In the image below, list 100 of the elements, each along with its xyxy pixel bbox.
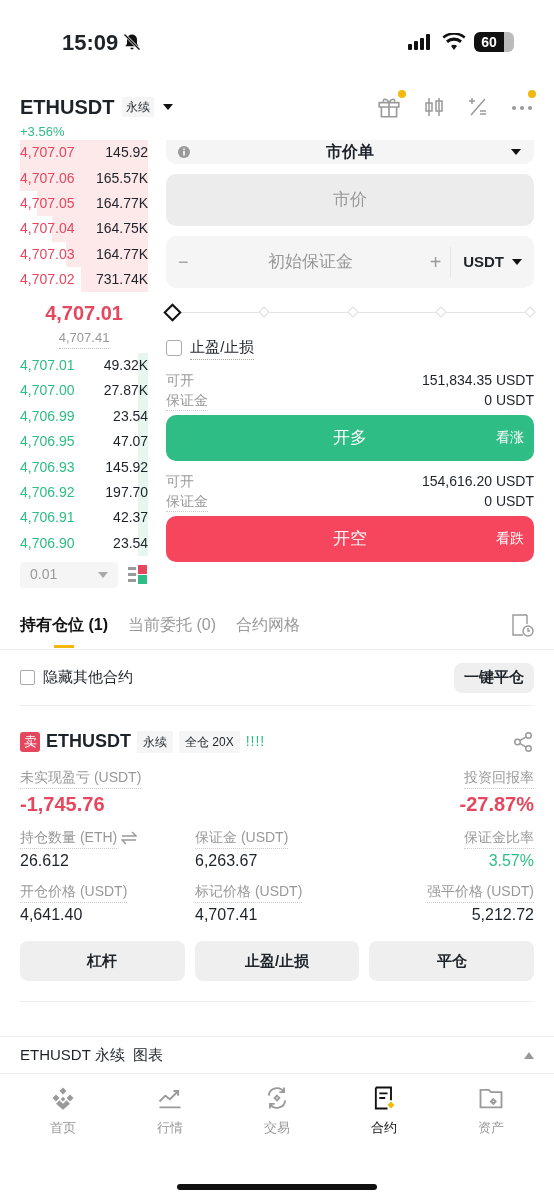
available-value: 154,616.20 USDT: [421, 471, 534, 491]
checkbox[interactable]: [166, 339, 183, 356]
ask-price: 4,707.02: [20, 270, 75, 290]
ask-price: 4,707.04: [20, 219, 75, 239]
bid-row[interactable]: 4,706.92 197.70: [20, 479, 149, 506]
bid-price: 4,706.91: [20, 508, 75, 528]
ask-row[interactable]: 4,707.03 164.77K: [20, 241, 149, 267]
bid-row[interactable]: 4,707.01 49.32K: [20, 352, 149, 379]
price-change: +3.56%: [20, 123, 66, 141]
field-label: 持仓数量 (ETH): [20, 827, 118, 849]
margin-value: 0 USDT: [484, 390, 534, 410]
bid-amount: 23.54: [113, 533, 149, 553]
ask-price: 4,707.07: [20, 143, 75, 163]
margin-label: 保证金: [166, 490, 209, 512]
swap-arrows-icon[interactable]: [121, 831, 138, 845]
position-action-button[interactable]: 平仓: [369, 941, 534, 981]
contract-tag: 永续: [122, 97, 155, 117]
field-value: 3.57%: [488, 851, 534, 871]
currency-select[interactable]: USDT: [451, 250, 534, 274]
close-all-button[interactable]: 一键平仓: [454, 662, 534, 693]
ask-amount: 164.75K: [96, 219, 149, 239]
field-value: 26.612: [20, 851, 69, 871]
ask-row[interactable]: 4,707.05 164.77K: [20, 190, 149, 217]
dropdown-caret-icon[interactable]: [162, 102, 175, 112]
ask-price: 4,707.05: [20, 193, 75, 213]
bid-row[interactable]: 4,706.90 23.54: [20, 530, 149, 556]
pnl-value: -1,745.76: [20, 792, 105, 817]
field-value: 6,263.67: [195, 851, 258, 871]
status-time: 15:09: [62, 28, 119, 57]
chart-bar-title: ETHUSDT 永续 图表: [20, 1044, 164, 1065]
bid-row[interactable]: 4,706.99 23.54: [20, 403, 149, 429]
bottom-nav-tab[interactable]: 合约: [343, 1084, 424, 1138]
roe-value: -27.87%: [459, 792, 534, 817]
field-label: 保证金比率: [464, 827, 534, 849]
ask-amount: 164.77K: [96, 193, 149, 213]
mark-price: 4,707.41: [58, 328, 110, 349]
book-layout-icon[interactable]: [128, 563, 149, 586]
ask-amount: 731.74K: [96, 270, 149, 290]
position-action-button[interactable]: 杠杆: [20, 941, 185, 981]
available-label: 可开: [166, 370, 195, 390]
battery-indicator: 60: [474, 32, 504, 52]
pnl-label: 未实现盈亏 (USDT): [20, 767, 142, 789]
ask-amount: 164.77K: [96, 244, 149, 264]
margin-field[interactable]: − 初始保证金 + USDT: [166, 236, 534, 288]
risk-indicator: !!!!: [245, 732, 266, 751]
bid-amount: 145.92: [105, 457, 149, 477]
bid-row[interactable]: 4,706.93 145.92: [20, 454, 149, 480]
hide-others-checkbox[interactable]: 隐藏其他合约: [20, 666, 133, 689]
field-label: 标记价格 (USDT): [195, 881, 303, 903]
ask-row[interactable]: 4,707.04 164.75K: [20, 216, 149, 242]
position-tab[interactable]: 持有仓位 (1): [20, 599, 108, 650]
order-type-select[interactable]: 市价单: [166, 140, 534, 164]
sell-badge: 卖: [20, 731, 40, 752]
ask-amount: 145.92: [105, 143, 149, 163]
checkbox[interactable]: [20, 670, 35, 685]
bid-amount: 47.07: [113, 432, 149, 452]
bid-price: 4,706.93: [20, 457, 75, 477]
ask-row[interactable]: 4,707.07 145.92: [20, 140, 149, 166]
field-value: 4,641.40: [20, 905, 83, 925]
position-action-button[interactable]: 止盈/止损: [194, 941, 360, 981]
available-value: 151,834.35 USDT: [421, 370, 534, 390]
field-value: 4,707.41: [195, 905, 258, 925]
position-tag: 全仓 20X: [179, 730, 240, 753]
expand-caret-icon[interactable]: [524, 1051, 534, 1059]
bid-amount: 23.54: [113, 406, 149, 426]
caret-icon: [510, 148, 522, 156]
history-icon[interactable]: [512, 612, 534, 637]
field-label: 强平价格 (USDT): [426, 881, 534, 903]
bid-price: 4,707.01: [20, 356, 75, 376]
margin-value: 0 USDT: [484, 491, 534, 511]
caret-icon: [512, 258, 522, 266]
bid-row[interactable]: 4,707.00 27.87K: [20, 378, 149, 404]
battery-empty-segment: [504, 32, 514, 52]
bid-price: 4,707.00: [20, 381, 75, 401]
bid-price: 4,706.95: [20, 432, 75, 452]
ask-price: 4,707.06: [20, 168, 75, 188]
ask-row[interactable]: 4,707.02 731.74K: [20, 266, 149, 293]
symbol-title: ETHUSDT: [20, 95, 115, 120]
field-label: 保证金 (USDT): [195, 827, 289, 849]
bid-amount: 27.87K: [103, 381, 149, 401]
roe-label: 投资回报率: [464, 767, 534, 789]
position-tag: 永续: [137, 730, 173, 753]
bid-amount: 197.70: [105, 483, 149, 502]
tpsl-checkbox[interactable]: 止盈/止损: [166, 336, 534, 360]
bid-row[interactable]: 4,706.95 47.07: [20, 429, 149, 455]
wifi-icon: [442, 33, 466, 51]
position-symbol: ETHUSDT: [46, 730, 131, 753]
margin-label: 保证金: [166, 389, 209, 411]
bid-row[interactable]: 4,706.91 42.37: [20, 505, 149, 531]
caret-icon: [98, 571, 109, 578]
share-icon[interactable]: [512, 730, 534, 753]
bell-muted-icon: [122, 32, 143, 52]
bid-price: 4,706.92: [20, 483, 75, 502]
available-label: 可开: [166, 471, 195, 491]
bid-amount: 42.37: [113, 508, 149, 528]
open-short-button[interactable]: 开空 看跌: [166, 515, 534, 562]
bid-price: 4,706.90: [20, 533, 75, 553]
info-icon: [178, 146, 191, 158]
ask-row[interactable]: 4,707.06 165.57K: [20, 165, 149, 191]
ask-amount: 165.57K: [96, 168, 149, 188]
